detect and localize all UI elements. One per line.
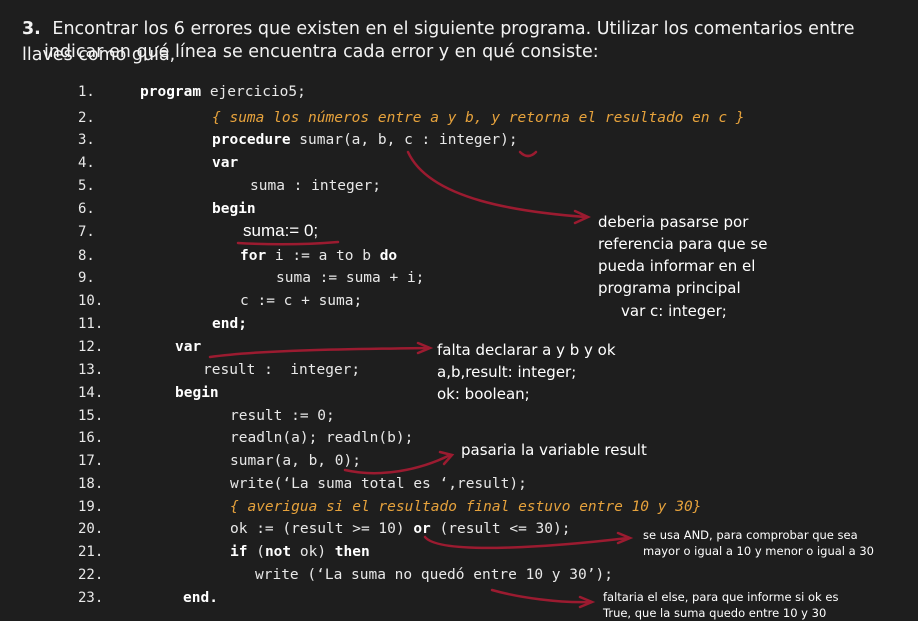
ink-arrow-3 [343,453,452,475]
ink-underline-suma [236,240,340,246]
note-line: falta declarar a y b y ok [437,341,616,359]
note-line: se usa AND, para comprobar que sea [643,528,858,542]
note-2: falta declarar a y b y ok a,b,result: in… [437,339,616,405]
note-line: a,b,result: integer; [437,363,577,381]
note-line: referencia para que se [598,235,768,253]
note-line: ok: boolean; [437,385,530,403]
note-line: faltaria el else, para que informe si ok… [603,590,839,604]
note-5: faltaria el else, para que informe si ok… [603,589,838,621]
note-line: pueda informar en el [598,257,756,275]
note-line: deberia pasarse por [598,213,749,231]
note-1: deberia pasarse por referencia para que … [598,211,767,299]
note-line: mayor o igual a 10 y menor o igual a 30 [643,544,874,558]
ink-arrow-4 [423,535,630,550]
note-4: se usa AND, para comprobar que sea mayor… [643,527,874,559]
ink-arrow-5 [490,588,592,604]
note-line: True, que la suma quedo entre 10 y 30 [603,606,827,620]
note-line: programa principal [598,279,741,297]
note-1-code: var c: integer; [621,302,727,320]
ink-underline-semicolon [518,150,538,158]
ink-arrow-2 [208,346,430,359]
note-3: pasaria la variable result [461,441,647,459]
ink-arrow-1 [406,150,587,219]
